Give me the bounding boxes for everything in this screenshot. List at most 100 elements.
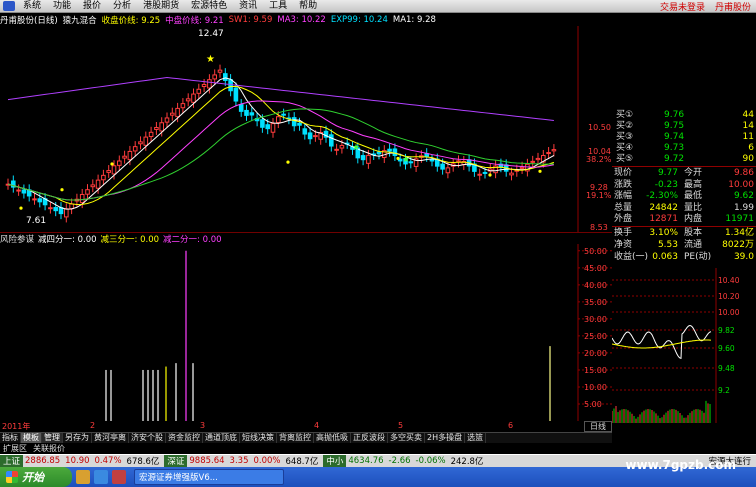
menu-item-hongyuan[interactable]: 宏源特色 [185, 0, 233, 12]
tab-8[interactable]: 短线决策 [240, 433, 277, 443]
menu-item-hk-futures[interactable]: 港股期货 [137, 0, 185, 12]
candle-body [360, 155, 366, 161]
signal-dot [286, 160, 290, 164]
sz-index-label[interactable]: 深证 [164, 455, 188, 467]
period-button[interactable]: 日线 [584, 421, 612, 432]
taskbar-app-button[interactable]: 宏源证券增强版V6... [134, 469, 284, 485]
stat-label: 今开 [684, 168, 703, 178]
candle-body [170, 112, 175, 116]
menu-item-help[interactable]: 帮助 [293, 0, 323, 12]
quote-row: 换手 3.10% 股本 1.34亿 [612, 228, 756, 239]
extra-label: 股本 [684, 228, 703, 238]
indicator-tick: 40.00 [584, 281, 607, 290]
candle-body [95, 179, 101, 189]
candle-body [276, 116, 281, 124]
candle-body [106, 170, 112, 173]
candle-body [392, 148, 398, 156]
menu-item-tools[interactable]: 工具 [263, 0, 293, 12]
quicklaunch-icon[interactable] [112, 470, 126, 484]
time-label: 2 [90, 421, 96, 430]
tab-14[interactable]: 选篮 [465, 433, 487, 443]
tab-12[interactable]: 多空买卖 [388, 433, 425, 443]
indicator-tick: 20.00 [584, 349, 607, 358]
indicator-tick: 5.00 [584, 400, 602, 409]
indicator-tick: 25.00 [584, 332, 607, 341]
sh-index-label[interactable]: 上证 [0, 455, 24, 467]
candle-body [281, 113, 286, 116]
sw1-label: SW1: 9.59 [228, 15, 273, 25]
start-button[interactable]: 开始 [0, 467, 72, 487]
quote-row: 买④ 9.73 6 [612, 143, 756, 154]
quote-row: 买② 9.75 14 [612, 121, 756, 132]
tab-related-quote[interactable]: 关联报价 [30, 443, 68, 454]
time-label: 5 [398, 421, 404, 430]
bid-label: 买④ [616, 143, 634, 153]
candle-body [154, 127, 159, 130]
candle-body [191, 93, 196, 103]
quote-row: 买① 9.76 44 [612, 110, 756, 121]
stat-label: 最高 [684, 179, 703, 190]
tab-13[interactable]: 2H多操盘 [425, 433, 466, 443]
bid-volume: 44 [742, 110, 754, 120]
stat-label: 现价 [614, 168, 633, 178]
candle-body [207, 79, 212, 89]
candle-body [270, 123, 276, 133]
tab-0[interactable]: 指标 [0, 433, 21, 443]
candle-body [339, 144, 345, 149]
menu-item-function[interactable]: 功能 [47, 0, 77, 12]
risk-indicator-chart[interactable]: 50.00 45.00 40.00 35.00 30.00 25.00 20.00 15.00… [0, 244, 612, 421]
quote-row: 净资 5.53 流通 8022万 [612, 240, 756, 251]
ma1-label: MA1: 9.28 [392, 15, 436, 25]
tab-7[interactable]: 通道顶底 [203, 433, 240, 443]
stat-label: 涨跌 [614, 179, 633, 190]
extra-value: 1.34亿 [724, 228, 754, 238]
extra-label: 换手 [614, 228, 633, 238]
star-marker-icon: ★ [352, 143, 360, 153]
intraday-mini-chart[interactable]: 10.40 10.20 10.00 9.82 9.60 9.48 9.2 [612, 268, 756, 423]
candle-body [127, 150, 133, 161]
ma-lines-group [7, 76, 555, 210]
formula-name[interactable]: 猿九混合 [63, 14, 97, 26]
tab-4[interactable]: 黄河亭离 [92, 433, 129, 443]
low-annotation: 7.61 [26, 216, 46, 226]
candle-body [111, 165, 117, 175]
indicator-name[interactable]: 风险参谋 [0, 233, 34, 245]
extra-value: 5.53 [657, 240, 678, 250]
menu-item-quote[interactable]: 报价 [77, 0, 107, 12]
tab-extension-area[interactable]: 扩展区 [0, 443, 30, 454]
quicklaunch-icon[interactable] [94, 470, 108, 484]
candle-body [122, 155, 127, 159]
trade-login-status[interactable]: 交易未登录 [655, 0, 710, 13]
mini-tick: 9.82 [718, 326, 735, 335]
tab-11[interactable]: 正反波段 [351, 433, 388, 443]
bid-label: 买③ [616, 132, 634, 142]
stat-label: 涨幅 [614, 191, 633, 201]
tab-9[interactable]: 背离监控 [277, 433, 314, 443]
app-logo-icon [3, 1, 15, 11]
indicator-tabs: 指标 模板 管理 另存为 黄河亭离 济安个股 资金监控 通道顶底 短线决策 背离监控 高抛低吸 正反波… [0, 432, 612, 443]
menu-item-analysis[interactable]: 分析 [107, 0, 137, 12]
candle-body [148, 131, 154, 138]
extra-value: 3.10% [649, 228, 678, 238]
tab-6[interactable]: 资金监控 [166, 433, 203, 443]
signal-dot [19, 206, 23, 210]
quicklaunch-icon[interactable] [76, 470, 90, 484]
candle-body [238, 104, 244, 112]
quote-row: 买③ 9.74 11 [612, 132, 756, 143]
tab-1[interactable]: 模板 [21, 433, 42, 443]
signal-dot [60, 188, 64, 192]
tab-3[interactable]: 另存为 [63, 433, 92, 443]
tab-5[interactable]: 济安个股 [129, 433, 166, 443]
signal-dot [538, 169, 542, 173]
tab-10[interactable]: 高抛低吸 [314, 433, 351, 443]
stat-value: 24842 [649, 202, 678, 213]
tab-2[interactable]: 管理 [42, 433, 63, 443]
price-tick: 10.50 [588, 123, 611, 132]
star-marker-icon: ★ [402, 155, 410, 165]
candle-body [90, 184, 96, 188]
candle-body [551, 149, 557, 152]
menu-item-system[interactable]: 系统 [17, 0, 47, 12]
menu-item-news[interactable]: 资讯 [233, 0, 263, 12]
candlestick-chart[interactable]: 12.47 7.61 ★ ★ ★ 10.50 10.04 38.2% 9.28 … [0, 26, 612, 232]
zx-index-label[interactable]: 中小 [323, 455, 347, 467]
